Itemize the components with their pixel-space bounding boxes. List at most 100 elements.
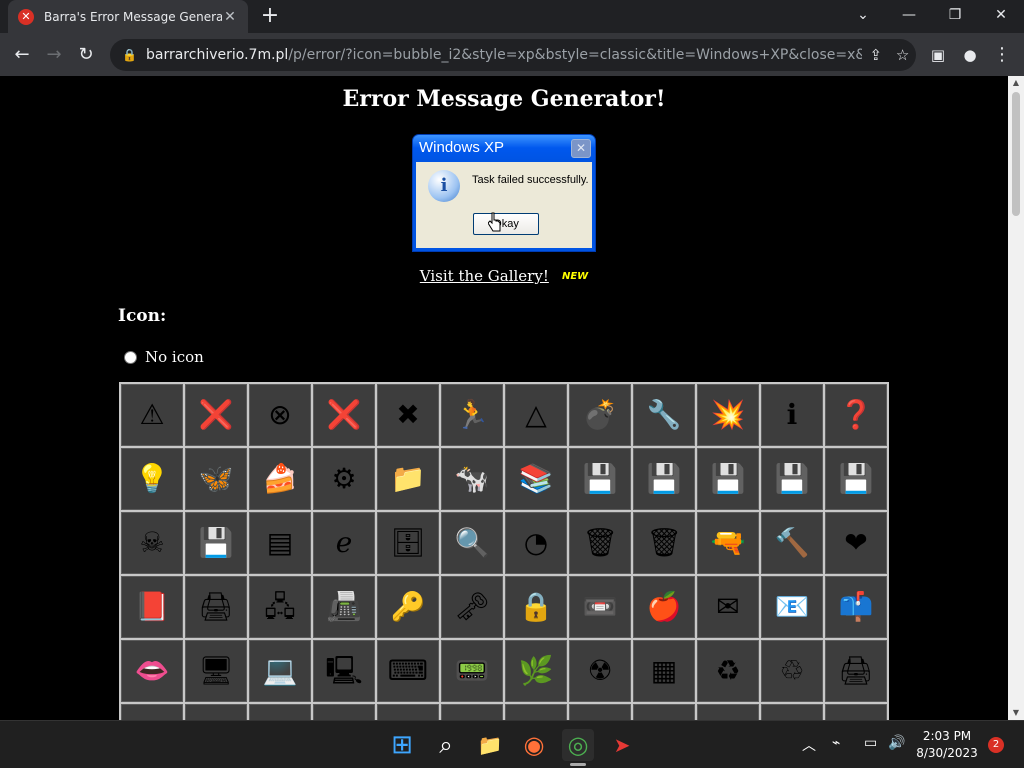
address-bar[interactable]: 🔒 barrarchiverio.7m.pl /p/error/?icon=bu…	[110, 39, 916, 71]
icon-option[interactable]: ♻	[697, 640, 759, 702]
icon-option[interactable]	[313, 704, 375, 720]
tab-search-icon[interactable]: ⌄	[840, 0, 886, 30]
page-scrollbar[interactable]: ▲ ▼	[1008, 76, 1024, 720]
network-icon[interactable]: ⌁	[832, 735, 840, 751]
icon-option[interactable]: 📠	[313, 576, 375, 638]
icon-option[interactable]: 💻	[249, 640, 311, 702]
restore-button[interactable]: ❐	[932, 0, 978, 30]
icon-option[interactable]	[185, 704, 247, 720]
icon-option[interactable]: 🖥	[185, 640, 247, 702]
icon-option[interactable]: ☢	[569, 640, 631, 702]
lock-icon[interactable]: 🔒	[122, 48, 137, 62]
volume-icon[interactable]: 🔊	[888, 735, 905, 751]
menu-icon[interactable]: ⋮	[989, 42, 1015, 68]
icon-option[interactable]: ℯ	[313, 512, 375, 574]
icon-option[interactable]	[441, 704, 503, 720]
icon-option[interactable]: 🍎	[633, 576, 695, 638]
back-button[interactable]: ←	[9, 42, 35, 68]
tray-overflow-icon[interactable]: ︿	[802, 735, 816, 755]
icon-option[interactable]: 💾	[569, 448, 631, 510]
icon-option[interactable]: 🐄	[441, 448, 503, 510]
icon-option[interactable]: 🔑	[377, 576, 439, 638]
icon-option[interactable]: ℹ	[761, 384, 823, 446]
bookmark-star-icon[interactable]: ☆	[889, 46, 916, 64]
icon-option[interactable]: 💥	[697, 384, 759, 446]
share-icon[interactable]: ⇪	[862, 46, 889, 64]
icon-option[interactable]: ◔	[505, 512, 567, 574]
search-icon[interactable]: ⌕	[430, 729, 462, 761]
icon-option[interactable]	[377, 704, 439, 720]
icon-option[interactable]: ❌	[185, 384, 247, 446]
icon-option[interactable]: ❓	[825, 384, 887, 446]
icon-option[interactable]: 📁	[377, 448, 439, 510]
icon-option[interactable]	[761, 704, 823, 720]
icon-option[interactable]	[633, 704, 695, 720]
icon-option[interactable]: 🏃	[441, 384, 503, 446]
visit-gallery-link[interactable]: Visit the Gallery!	[420, 267, 549, 285]
side-panel-icon[interactable]: ▣	[925, 42, 951, 68]
icon-option[interactable]: ⌨	[377, 640, 439, 702]
icon-option[interactable]: ⊗	[249, 384, 311, 446]
icon-option[interactable]: 🖳	[313, 640, 375, 702]
icon-option[interactable]: 📕	[121, 576, 183, 638]
scrollbar-thumb[interactable]	[1012, 92, 1020, 216]
icon-option[interactable]: ♲	[761, 640, 823, 702]
icon-option[interactable]	[569, 704, 631, 720]
icon-option[interactable]: ✉	[697, 576, 759, 638]
icon-option[interactable]: 🔫	[697, 512, 759, 574]
firefox-icon[interactable]: ◉	[518, 729, 550, 761]
icon-option[interactable]: 📟	[441, 640, 503, 702]
icon-option[interactable]: 💣	[569, 384, 631, 446]
icon-option[interactable]: 🔍	[441, 512, 503, 574]
notification-badge[interactable]: 2	[988, 737, 1004, 753]
icon-option[interactable]: ⚠	[121, 384, 183, 446]
icon-option[interactable]: 💾	[697, 448, 759, 510]
icon-option[interactable]: 🔨	[761, 512, 823, 574]
minimize-button[interactable]: —	[886, 0, 932, 30]
icon-option[interactable]: △	[505, 384, 567, 446]
display-icon[interactable]: ▭	[864, 735, 877, 751]
scroll-up-icon[interactable]: ▲	[1008, 76, 1024, 90]
tab-close-icon[interactable]: ✕	[222, 9, 238, 25]
icon-option[interactable]: 🗄	[377, 512, 439, 574]
icon-option[interactable]: 🌿	[505, 640, 567, 702]
icon-option[interactable]: ✖	[377, 384, 439, 446]
icon-option[interactable]: 🍰	[249, 448, 311, 510]
app-icon[interactable]: ➤	[606, 729, 638, 761]
icon-option[interactable]: 📧	[761, 576, 823, 638]
scroll-down-icon[interactable]: ▼	[1008, 706, 1024, 720]
icon-option[interactable]: 🗝	[441, 576, 503, 638]
browser-tab[interactable]: ✕ Barra's Error Message Generator ✕	[8, 0, 248, 33]
icon-option[interactable]	[121, 704, 183, 720]
reload-button[interactable]: ↻	[73, 42, 99, 68]
icon-option[interactable]: ❌	[313, 384, 375, 446]
dialog-close-icon[interactable]: ✕	[571, 139, 591, 158]
icon-option[interactable]: 📼	[569, 576, 631, 638]
chrome-icon[interactable]: ◎	[562, 729, 594, 761]
icon-option[interactable]: ⚙	[313, 448, 375, 510]
forward-button[interactable]: →	[41, 42, 67, 68]
close-window-button[interactable]: ✕	[978, 0, 1024, 30]
icon-option[interactable]: 🖨	[185, 576, 247, 638]
icon-option[interactable]: 💾	[825, 448, 887, 510]
icon-option[interactable]: 🦋	[185, 448, 247, 510]
icon-option[interactable]	[825, 704, 887, 720]
icon-option[interactable]: 🖨	[825, 640, 887, 702]
icon-option[interactable]: ❤	[825, 512, 887, 574]
icon-option[interactable]: ☠	[121, 512, 183, 574]
no-icon-option[interactable]: No icon	[124, 348, 204, 366]
profile-icon[interactable]: ●	[957, 42, 983, 68]
icon-option[interactable]: 📚	[505, 448, 567, 510]
file-explorer-icon[interactable]: 📁	[474, 729, 506, 761]
no-icon-radio[interactable]	[124, 350, 137, 364]
icon-option[interactable]: 💡	[121, 448, 183, 510]
new-tab-button[interactable]: +	[258, 4, 282, 28]
icon-option[interactable]: 👄	[121, 640, 183, 702]
icon-option[interactable]	[249, 704, 311, 720]
taskbar-clock[interactable]: 2:03 PM 8/30/2023	[910, 728, 984, 762]
icon-option[interactable]: 🗑	[633, 512, 695, 574]
icon-option[interactable]: 💾	[761, 448, 823, 510]
icon-option[interactable]: 📫	[825, 576, 887, 638]
icon-option[interactable]: 🗑	[569, 512, 631, 574]
icon-option[interactable]: ▦	[633, 640, 695, 702]
